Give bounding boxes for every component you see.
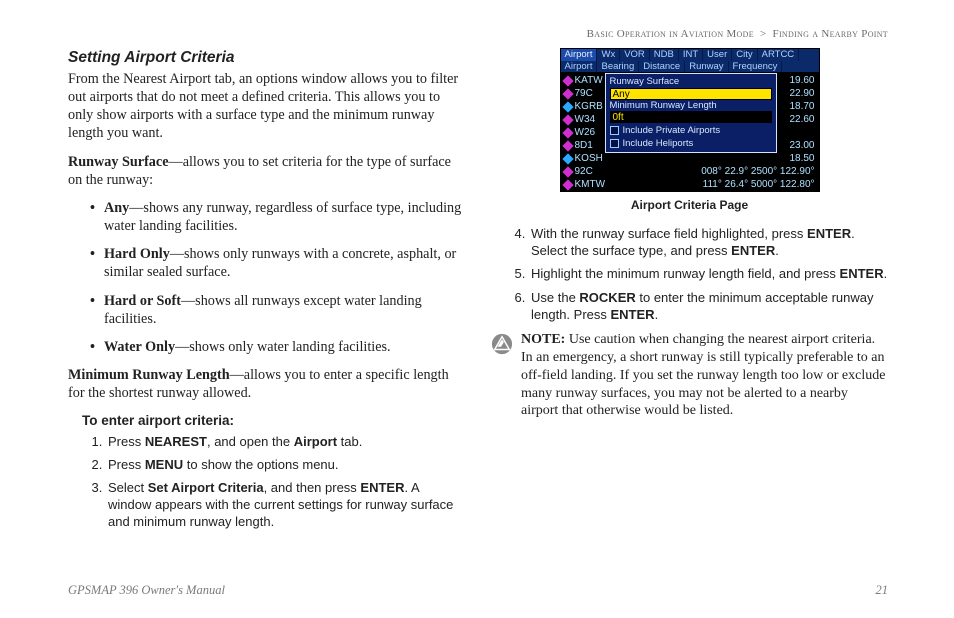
step-3: Select Set Airport Criteria, and then pr… — [106, 479, 465, 530]
step-2: Press MENU to show the options menu. — [106, 456, 465, 473]
option-water-only: Water Only — [104, 339, 175, 355]
note-label: NOTE: — [521, 332, 565, 347]
runway-surface-para: Runway Surface—allows you to set criteri… — [68, 153, 465, 189]
list-item: Any—shows any runway, regardless of surf… — [90, 199, 465, 235]
steps-list-1-3: Press NEAREST, and open the Airport tab.… — [106, 433, 465, 531]
breadcrumb-page: Finding a Nearby Point — [773, 28, 888, 40]
screenshot-caption: Airport Criteria Page — [491, 198, 888, 213]
option-hard-or-soft: Hard or Soft — [104, 293, 181, 309]
right-column: AirportWxVORNDBINTUserCityARTCC AirportB… — [491, 48, 888, 536]
note-body: Use caution when changing the nearest ai… — [521, 332, 885, 419]
breadcrumb-sep: > — [760, 28, 767, 40]
list-item: Water Only—shows only water landing faci… — [90, 338, 465, 356]
intro-paragraph: From the Nearest Airport tab, an options… — [68, 70, 465, 143]
popup-field-surface: Any — [610, 88, 772, 100]
popup-check-private: Include Private Airports — [610, 126, 772, 136]
screenshot-tabs-1: AirportWxVORNDBINTUserCityARTCC — [561, 49, 819, 61]
popup-check-heliports: Include Heliports — [610, 139, 772, 149]
min-runway-para: Minimum Runway Length—allows you to ente… — [68, 366, 465, 402]
popup-label-length: Minimum Runway Length — [610, 101, 772, 111]
surface-options-list: Any—shows any runway, regardless of surf… — [90, 199, 465, 356]
left-column: Setting Airport Criteria From the Neares… — [68, 48, 465, 536]
criteria-popup: Runway Surface Any Minimum Runway Length… — [605, 73, 777, 153]
screenshot-tabs-2: AirportBearingDistanceRunwayFrequency — [561, 61, 819, 73]
breadcrumb: Basic Operation in Aviation Mode > Findi… — [68, 28, 888, 40]
option-water-only-text: —shows only water landing facilities. — [175, 339, 391, 355]
section-heading: Setting Airport Criteria — [68, 48, 465, 68]
option-any-text: —shows any runway, regardless of surface… — [104, 200, 461, 234]
note-text: NOTE: Use caution when changing the near… — [521, 331, 888, 421]
popup-label-surface: Runway Surface — [610, 77, 772, 87]
device-screenshot: AirportWxVORNDBINTUserCityARTCC AirportB… — [560, 48, 820, 192]
footer-title: GPSMAP 396 Owner's Manual — [68, 583, 225, 598]
breadcrumb-section: Basic Operation in Aviation Mode — [587, 28, 754, 40]
steps-list-4-6: With the runway surface field highlighte… — [529, 225, 888, 323]
min-runway-label: Minimum Runway Length — [68, 367, 230, 383]
step-1: Press NEAREST, and open the Airport tab. — [106, 433, 465, 450]
list-item: Hard or Soft—shows all runways except wa… — [90, 292, 465, 328]
page-footer: GPSMAP 396 Owner's Manual 21 — [68, 583, 888, 598]
popup-field-length: 0ft — [610, 111, 772, 123]
step-6: Use the ROCKER to enter the minimum acce… — [529, 289, 888, 323]
option-any: Any — [104, 200, 129, 216]
step-5: Highlight the minimum runway length fiel… — [529, 265, 888, 282]
step-4: With the runway surface field highlighte… — [529, 225, 888, 259]
list-item: Hard Only—shows only runways with a conc… — [90, 245, 465, 281]
option-hard-only: Hard Only — [104, 246, 170, 262]
footer-page-number: 21 — [876, 583, 889, 598]
caution-icon — [491, 333, 513, 355]
procedure-heading: To enter airport criteria: — [82, 412, 465, 429]
runway-surface-label: Runway Surface — [68, 154, 169, 170]
note-block: NOTE: Use caution when changing the near… — [491, 331, 888, 421]
